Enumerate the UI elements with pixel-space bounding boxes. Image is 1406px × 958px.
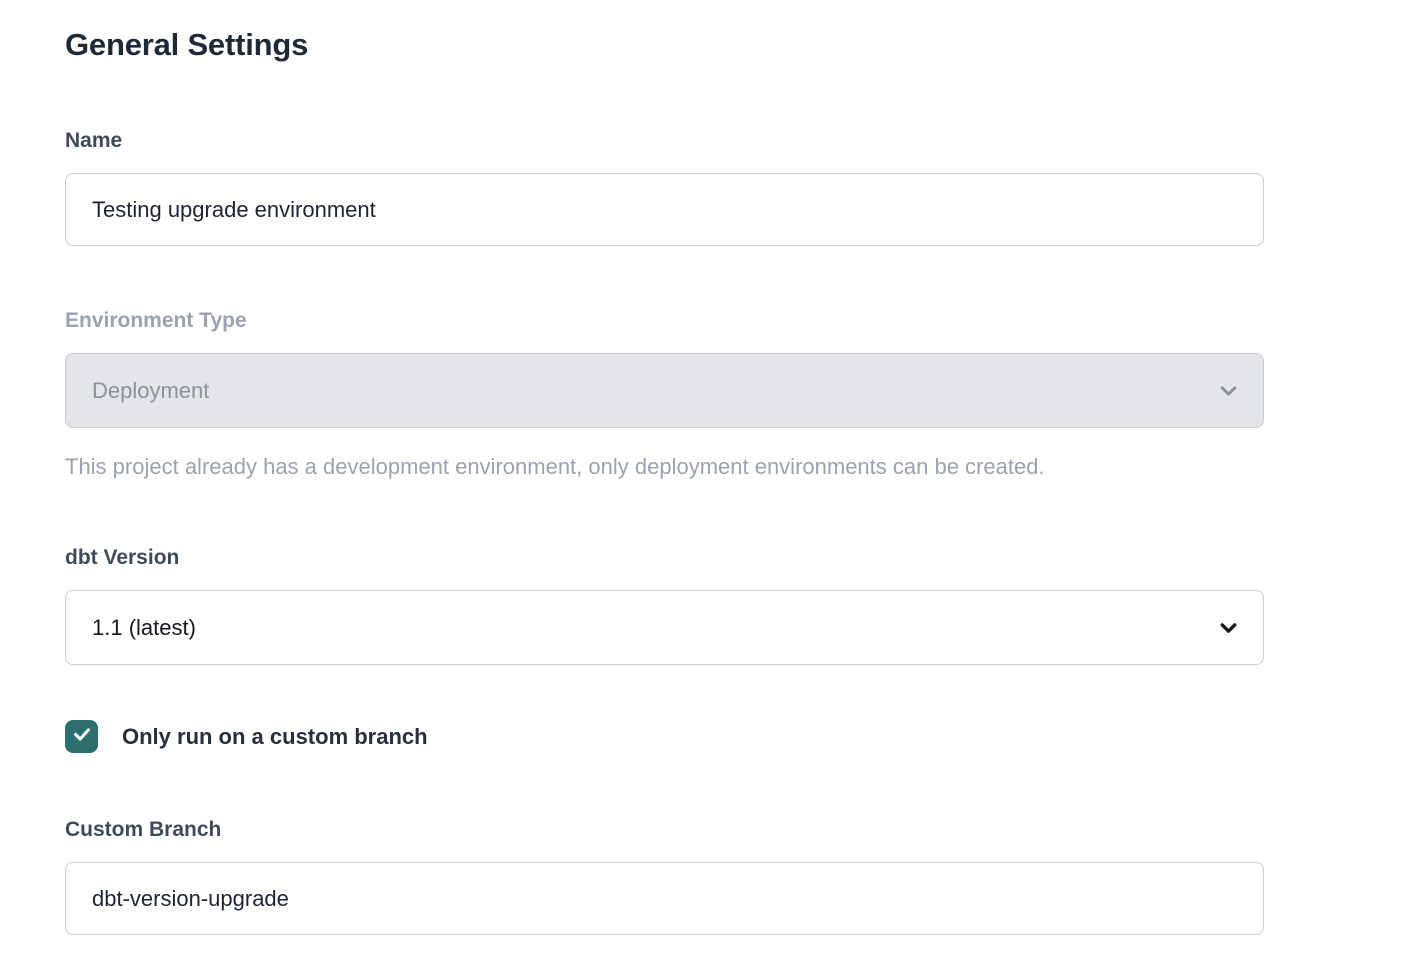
environment-type-value: Deployment xyxy=(92,378,209,404)
name-input[interactable] xyxy=(65,173,1264,246)
dbt-version-value: 1.1 (latest) xyxy=(92,615,196,641)
custom-branch-checkbox[interactable] xyxy=(65,720,98,753)
general-settings-form: General Settings Name Environment Type D… xyxy=(0,0,1406,935)
dbt-version-select[interactable]: 1.1 (latest) xyxy=(65,590,1264,665)
chevron-down-icon xyxy=(1216,378,1241,403)
environment-type-label: Environment Type xyxy=(65,310,1264,331)
name-label: Name xyxy=(65,130,1264,151)
page-title: General Settings xyxy=(65,27,1406,63)
custom-branch-label: Custom Branch xyxy=(65,819,1264,840)
chevron-down-icon xyxy=(1216,615,1241,640)
custom-branch-input[interactable] xyxy=(65,862,1264,935)
environment-type-field-group: Environment Type Deployment This project… xyxy=(65,310,1264,479)
environment-type-helper-text: This project already has a development e… xyxy=(65,455,1264,479)
name-field-group: Name xyxy=(65,130,1264,246)
check-icon xyxy=(71,723,93,750)
dbt-version-label: dbt Version xyxy=(65,547,1264,568)
environment-type-select: Deployment xyxy=(65,353,1264,428)
custom-branch-toggle-row: Only run on a custom branch xyxy=(65,720,1406,753)
custom-branch-toggle-label: Only run on a custom branch xyxy=(122,724,428,750)
dbt-version-field-group: dbt Version 1.1 (latest) xyxy=(65,547,1264,665)
custom-branch-field-group: Custom Branch xyxy=(65,819,1264,935)
